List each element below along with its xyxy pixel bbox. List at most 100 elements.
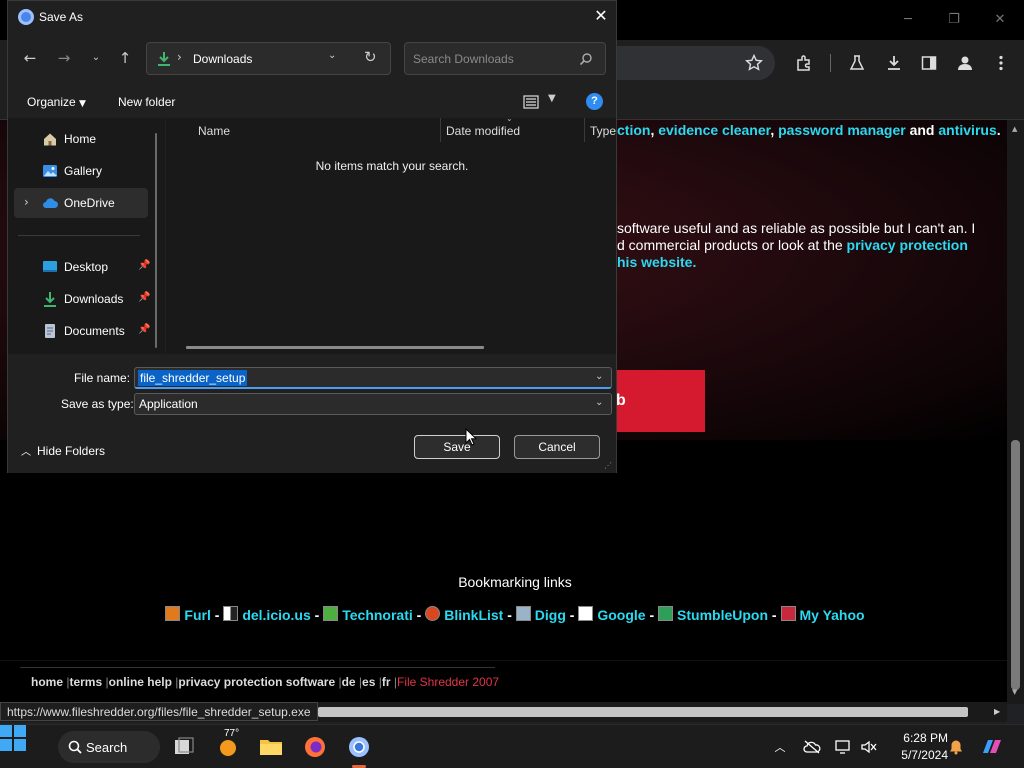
scroll-up-icon[interactable]: ▲ bbox=[1012, 125, 1017, 133]
nav-item-desktop[interactable]: Desktop 📌 bbox=[14, 252, 150, 282]
menu-dots-icon[interactable] bbox=[990, 52, 1012, 74]
dialog-titlebar[interactable]: Save As ✕ bbox=[8, 1, 616, 33]
column-header-type[interactable]: Type bbox=[590, 124, 616, 138]
column-header-date-modified[interactable]: Date modified bbox=[446, 124, 520, 138]
footer-link-home[interactable]: home bbox=[31, 675, 63, 689]
footer-link-privacy-software[interactable]: privacy protection software bbox=[178, 675, 335, 689]
minimize-icon[interactable]: ─ bbox=[898, 10, 918, 30]
task-view-icon[interactable] bbox=[170, 733, 198, 761]
downloads-icon[interactable] bbox=[883, 52, 905, 74]
nav-divider bbox=[18, 235, 140, 236]
view-dropdown-icon[interactable]: ▼ bbox=[548, 93, 556, 104]
type-dropdown-icon[interactable]: ⌄ bbox=[595, 397, 603, 408]
bookmark-link-my-yahoo[interactable]: My Yahoo bbox=[800, 607, 865, 623]
dialog-close-button[interactable]: ✕ bbox=[590, 5, 612, 27]
extensions-icon[interactable] bbox=[793, 52, 815, 74]
column-divider[interactable] bbox=[440, 118, 441, 142]
file-explorer-icon[interactable] bbox=[257, 733, 285, 761]
firefox-icon[interactable] bbox=[301, 733, 329, 761]
column-divider[interactable] bbox=[584, 118, 585, 142]
nav-item-documents[interactable]: Documents 📌 bbox=[14, 316, 150, 346]
forward-arrow-icon[interactable]: → bbox=[53, 47, 75, 69]
pin-icon[interactable]: 📌 bbox=[138, 292, 150, 303]
footer-link-es[interactable]: es bbox=[362, 675, 375, 689]
new-folder-button[interactable]: New folder bbox=[118, 95, 175, 109]
hide-folders-label: Hide Folders bbox=[37, 444, 106, 458]
save-button[interactable]: Save bbox=[414, 435, 500, 459]
footer-link-online-help[interactable]: online help bbox=[109, 675, 172, 689]
path-dropdown-icon[interactable]: ⌄ bbox=[328, 50, 336, 61]
view-options-icon[interactable] bbox=[523, 95, 539, 109]
file-name-dropdown-icon[interactable]: ⌄ bbox=[595, 371, 603, 382]
organize-button[interactable]: Organize ▼ bbox=[27, 95, 86, 109]
bookmark-link-digg[interactable]: Digg bbox=[535, 607, 566, 623]
bookmark-link-delicious[interactable]: del.icio.us bbox=[242, 607, 310, 623]
save-as-type-select[interactable]: Application ⌄ bbox=[134, 393, 612, 415]
notification-bell-icon[interactable] bbox=[946, 737, 966, 757]
nav-item-home[interactable]: Home bbox=[14, 124, 148, 154]
nav-scrollbar[interactable] bbox=[155, 133, 157, 348]
file-name-combobox[interactable]: file_shredder_setup ⌄ bbox=[134, 367, 612, 389]
link-privacy-protection[interactable]: privacy protection bbox=[847, 237, 968, 253]
nav-item-downloads[interactable]: Downloads 📌 bbox=[14, 284, 150, 314]
bookmark-link-blinklist[interactable]: BlinkList bbox=[444, 607, 503, 623]
link-antivirus[interactable]: antivirus bbox=[938, 122, 996, 138]
footer-link-de[interactable]: de bbox=[342, 675, 356, 689]
taskbar-clock-time[interactable]: 6:28 PM bbox=[893, 731, 948, 745]
organize-label: Organize bbox=[27, 95, 76, 109]
column-header-name[interactable]: Name bbox=[198, 124, 230, 138]
chrome-taskbar-icon[interactable] bbox=[345, 733, 373, 761]
pin-icon[interactable]: 📌 bbox=[138, 260, 150, 271]
separator: - bbox=[503, 607, 516, 623]
link-evidence-cleaner[interactable]: evidence cleaner bbox=[658, 122, 770, 138]
file-name-field[interactable]: file_shredder_setup bbox=[138, 370, 248, 386]
nav-item-gallery[interactable]: Gallery bbox=[14, 156, 148, 186]
bookmark-link-furl[interactable]: Furl bbox=[184, 607, 210, 623]
nav-item-onedrive[interactable]: › OneDrive bbox=[14, 188, 148, 218]
scroll-right-icon[interactable]: ▶ bbox=[994, 707, 1000, 716]
tray-overflow-chevron-icon[interactable]: ︿ bbox=[770, 737, 790, 757]
bookmark-star-icon[interactable] bbox=[743, 52, 765, 74]
footer-link-terms[interactable]: terms bbox=[69, 675, 102, 689]
recent-locations-chevron-icon[interactable]: ⌄ bbox=[85, 47, 107, 69]
taskbar-search[interactable]: Search bbox=[58, 731, 160, 763]
scroll-down-icon[interactable]: ▼ bbox=[1012, 688, 1017, 696]
volume-muted-icon[interactable] bbox=[859, 737, 879, 757]
horizontal-scroll-thumb[interactable] bbox=[318, 707, 968, 717]
bookmark-link-technorati[interactable]: Technorati bbox=[342, 607, 413, 623]
file-list-scrollbar[interactable] bbox=[186, 346, 484, 349]
vertical-scrollbar[interactable]: ▲ ▼ bbox=[1007, 120, 1024, 704]
close-icon[interactable]: ✕ bbox=[990, 10, 1010, 30]
address-path-box[interactable]: › Downloads ⌄ ↻ bbox=[146, 42, 391, 75]
link-this-website[interactable]: his website. bbox=[617, 254, 696, 270]
footer-link-fr[interactable]: fr bbox=[382, 675, 391, 689]
hide-folders-button[interactable]: ︿ Hide Folders bbox=[21, 443, 105, 458]
profile-icon[interactable] bbox=[954, 52, 976, 74]
windows-start-icon[interactable] bbox=[0, 725, 26, 751]
cancel-button[interactable]: Cancel bbox=[514, 435, 600, 459]
search-input[interactable] bbox=[413, 51, 573, 67]
link-password-manager[interactable]: password manager bbox=[778, 122, 906, 138]
cloud-sync-icon[interactable] bbox=[802, 737, 822, 757]
bookmark-link-stumbleupon[interactable]: StumbleUpon bbox=[677, 607, 768, 623]
expand-chevron-icon[interactable]: › bbox=[24, 195, 29, 209]
up-arrow-icon[interactable]: ↑ bbox=[114, 47, 136, 69]
breadcrumb-downloads[interactable]: Downloads bbox=[193, 52, 252, 66]
vertical-scroll-thumb[interactable] bbox=[1011, 440, 1020, 690]
link-fragment[interactable]: ction bbox=[617, 122, 650, 138]
side-panel-icon[interactable] bbox=[918, 52, 940, 74]
refresh-icon[interactable]: ↻ bbox=[364, 48, 377, 66]
pin-icon[interactable]: 📌 bbox=[138, 324, 150, 335]
taskbar-clock-date[interactable]: 5/7/2024 bbox=[893, 748, 948, 762]
sort-caret-icon: ⌄ bbox=[506, 114, 513, 123]
resize-grip-icon[interactable]: ⋰ bbox=[604, 461, 612, 470]
back-arrow-icon[interactable]: ← bbox=[19, 47, 41, 69]
help-icon[interactable]: ? bbox=[586, 93, 603, 110]
restore-icon[interactable]: ❐ bbox=[944, 10, 964, 30]
bookmark-link-google[interactable]: Google bbox=[597, 607, 645, 623]
labs-flask-icon[interactable] bbox=[846, 52, 868, 74]
network-icon[interactable] bbox=[834, 737, 854, 757]
search-box[interactable] bbox=[404, 42, 606, 75]
copilot-icon[interactable] bbox=[980, 737, 1004, 757]
separator: and bbox=[905, 122, 939, 138]
